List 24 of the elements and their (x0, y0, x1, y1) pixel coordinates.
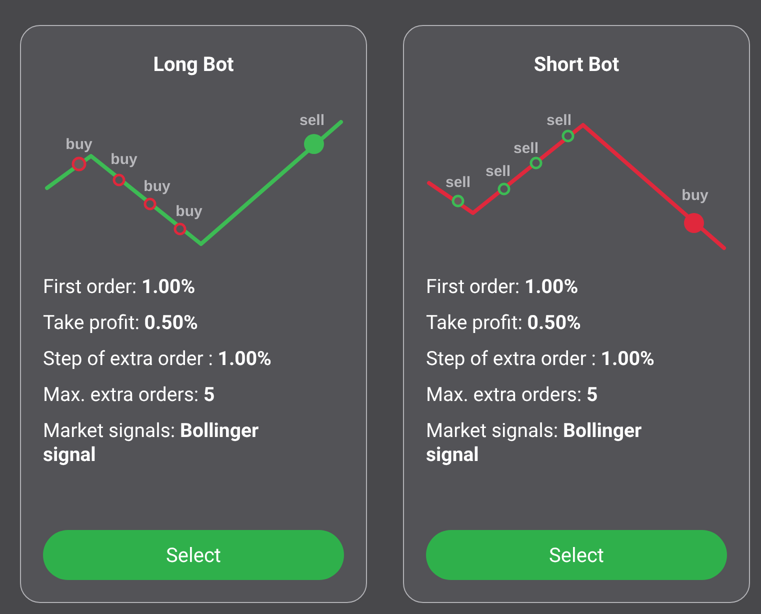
card-title: Short Bot (532, 52, 620, 76)
select-button[interactable]: Select (43, 530, 344, 580)
marker-label: sell (445, 174, 471, 191)
marker-label: buy (682, 187, 708, 204)
marker-label: sell (546, 112, 572, 129)
marker-label: buy (144, 178, 170, 195)
marker-label: sell (485, 163, 511, 180)
order-setting: Take profit: 0.50% (426, 311, 582, 335)
select-button[interactable]: Select (426, 530, 727, 580)
order-setting: Step of extra order : 1.00% (43, 347, 272, 371)
card-title: Long Bot (152, 52, 235, 76)
order-setting: Max. extra orders: 5 (426, 383, 599, 407)
order-setting: First order: 1.00% (426, 275, 580, 299)
marker-label: buy (66, 136, 92, 153)
order-setting: Market signals: Bollinger signal (43, 419, 260, 467)
marker-label: buy (110, 151, 138, 168)
marker-label: sell (513, 140, 539, 157)
order-setting: Market signals: Bollinger signal (426, 419, 643, 467)
order-setting: Step of extra order : 1.00% (426, 347, 656, 371)
marker-label: buy (176, 203, 202, 220)
order-setting: Take profit: 0.50% (43, 311, 199, 335)
marker-label: sell (299, 112, 325, 129)
order-setting: Max. extra orders: 5 (43, 383, 216, 407)
order-setting: First order: 1.00% (43, 275, 196, 299)
